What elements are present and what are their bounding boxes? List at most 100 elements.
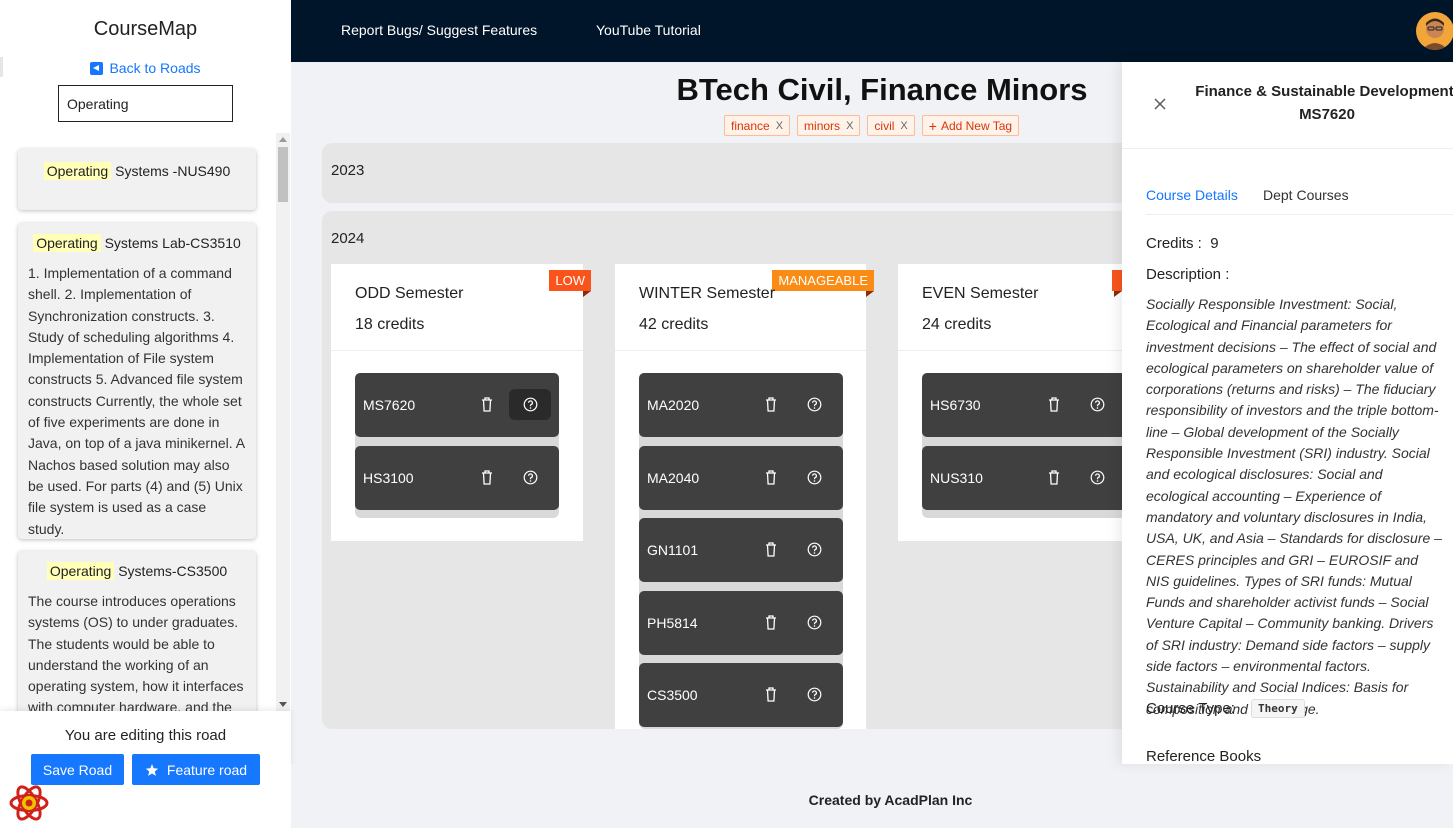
save-road-button[interactable]: Save Road — [31, 754, 124, 785]
close-icon[interactable]: X — [776, 120, 783, 132]
course-description: Socially Responsible Investment: Social,… — [1146, 296, 1442, 717]
year-label: 2023 — [331, 162, 365, 179]
question-circle-icon[interactable] — [1090, 470, 1105, 485]
course-chip[interactable]: GN1101 — [639, 518, 843, 582]
trash-icon[interactable] — [765, 615, 777, 630]
scroll-up-arrow-icon[interactable] — [279, 137, 287, 142]
result-title: Operating Systems -NUS490 — [28, 162, 246, 180]
trash-icon[interactable] — [481, 470, 493, 485]
course-list: MS7620 HS3100 — [355, 373, 559, 518]
course-chip[interactable]: MA2020 — [639, 373, 843, 437]
footer: Created by AcadPlan Inc — [291, 764, 1453, 828]
search-result-card[interactable]: Operating Systems-CS3500 The course intr… — [18, 551, 256, 711]
devtools-logo-icon[interactable] — [8, 782, 50, 824]
course-chip[interactable]: HS3100 — [355, 446, 559, 510]
load-badge: MANAGEABLE — [772, 270, 874, 297]
divider — [615, 350, 866, 351]
results-scrollbar[interactable] — [276, 133, 290, 711]
course-code: PH5814 — [647, 615, 698, 631]
course-chip[interactable]: HS6730 — [922, 373, 1126, 437]
course-chip[interactable]: MS7620 — [355, 373, 559, 437]
course-chip[interactable]: PH5814 — [639, 591, 843, 655]
trash-icon[interactable] — [765, 687, 777, 702]
sidebar: CourseMap Back to Roads Operating System… — [0, 0, 291, 828]
top-nav-bar: Report Bugs/ Suggest Features YouTube Tu… — [291, 0, 1453, 62]
semester-credits: 18 credits — [355, 316, 425, 333]
plus-icon: + — [928, 117, 937, 134]
feature-road-button[interactable]: Feature road — [132, 754, 260, 785]
divider — [898, 350, 1150, 351]
result-title-rest: Systems -NUS490 — [111, 163, 231, 179]
reference-books-label: Reference Books — [1146, 748, 1262, 764]
question-circle-icon[interactable] — [807, 542, 822, 557]
close-icon[interactable]: X — [846, 120, 853, 132]
question-circle-icon[interactable] — [1090, 397, 1105, 412]
feature-road-label: Feature road — [166, 761, 248, 778]
result-title: Operating Systems Lab-CS3510 — [28, 234, 246, 252]
add-tag-button[interactable]: + Add New Tag — [921, 115, 1020, 136]
course-code: HS3100 — [363, 470, 414, 486]
close-icon[interactable] — [1153, 97, 1167, 111]
trash-icon[interactable] — [1048, 397, 1060, 412]
trash-icon[interactable] — [765, 470, 777, 485]
trash-icon[interactable] — [1048, 470, 1060, 485]
question-circle-icon[interactable] — [807, 470, 822, 485]
course-type-row: Course Type: Theory — [1146, 699, 1305, 718]
semester-credits: 42 credits — [639, 316, 709, 333]
scroll-down-arrow-icon[interactable] — [279, 702, 287, 707]
youtube-tutorial-link[interactable]: YouTube Tutorial — [596, 22, 701, 38]
search-result-card[interactable]: Operating Systems Lab-CS3510 1. Implemen… — [18, 223, 256, 539]
divider — [1122, 148, 1453, 149]
report-bugs-link[interactable]: Report Bugs/ Suggest Features — [341, 22, 537, 38]
result-description: The course introduces operations systems… — [28, 593, 244, 711]
trash-icon[interactable] — [765, 542, 777, 557]
question-circle-icon[interactable] — [807, 687, 822, 702]
user-avatar[interactable] — [1416, 12, 1453, 50]
load-badge — [1112, 270, 1122, 297]
tag-civil[interactable]: civil X — [867, 115, 915, 136]
tag-minors[interactable]: minors X — [797, 115, 861, 136]
course-search-input[interactable] — [58, 85, 233, 122]
semester-card-odd: LOW ODD Semester 18 credits MS7620 HS310… — [331, 264, 591, 541]
course-code: MS7620 — [363, 397, 416, 413]
back-arrow-icon — [90, 61, 104, 75]
tab-dept-courses[interactable]: Dept Courses — [1263, 187, 1349, 203]
brand-title: CourseMap — [93, 18, 198, 40]
year-row-2023[interactable]: 2023 — [322, 143, 1152, 203]
credits-value: 9 — [1210, 235, 1219, 252]
question-circle-icon[interactable] — [523, 397, 538, 412]
result-description: 1. Implementation of a command shell. 2.… — [28, 265, 245, 537]
search-result-card[interactable]: Operating Systems -NUS490 — [18, 149, 256, 210]
course-code: GN1101 — [647, 542, 699, 558]
tag-label: civil — [874, 118, 895, 133]
add-tag-label: Add New Tag — [940, 118, 1013, 133]
load-badge: LOW — [549, 270, 591, 297]
tag-finance[interactable]: finance X — [724, 115, 791, 136]
trash-icon[interactable] — [481, 397, 493, 412]
tab-course-details[interactable]: Course Details — [1146, 187, 1238, 203]
back-to-roads-link[interactable]: Back to Roads — [0, 60, 291, 76]
course-code: MA2040 — [647, 470, 700, 486]
editing-status-text: You are editing this road — [64, 727, 227, 744]
avatar-face-icon — [1422, 18, 1448, 50]
semester-name: WINTER Semester — [639, 285, 776, 302]
course-chip[interactable]: NUS310 — [922, 446, 1126, 510]
semester-name: ODD Semester — [355, 285, 464, 302]
semester-card-winter: MANAGEABLE WINTER Semester 42 credits MA… — [615, 264, 874, 729]
course-code: MA2020 — [647, 397, 700, 413]
course-chip[interactable]: CS3500 — [639, 663, 843, 727]
search-results-list[interactable]: Operating Systems -NUS490 Operating Syst… — [0, 133, 291, 711]
question-circle-icon[interactable] — [523, 470, 538, 485]
question-circle-icon[interactable] — [807, 615, 822, 630]
scrollbar-thumb[interactable] — [278, 147, 288, 202]
trash-icon[interactable] — [765, 397, 777, 412]
course-code: NUS310 — [930, 470, 983, 486]
result-title-rest: Systems-CS3500 — [114, 563, 228, 579]
close-icon[interactable]: X — [900, 120, 907, 132]
course-chip[interactable]: MA2040 — [639, 446, 843, 510]
question-circle-icon[interactable] — [807, 397, 822, 412]
result-title-highlight: Operating — [43, 162, 112, 180]
credits-row: Credits : 9 — [1146, 235, 1219, 252]
course-code: HS6730 — [930, 397, 981, 413]
course-list: MA2020 MA2040 GN1101 PH5814 CS3500 — [639, 373, 843, 729]
